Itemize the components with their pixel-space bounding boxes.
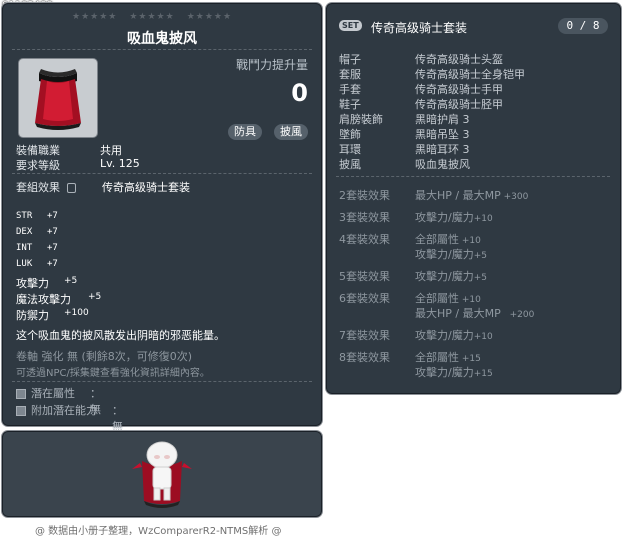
item-description: 这个吸血鬼的披风散发出阴暗的邪恶能量。 xyxy=(16,329,225,342)
item-icon xyxy=(18,58,98,138)
stat-attack: 攻擊力 +5 xyxy=(16,276,78,290)
set-piece: 墜飾 黑暗吊坠 3 xyxy=(339,128,470,141)
star-force-row: ★★★★★ ★★★★★ ★★★★★ xyxy=(72,12,233,22)
divider xyxy=(12,381,312,382)
stat-str: STR +7 xyxy=(16,211,58,221)
set-piece: 帽子 传奇高级骑士头盔 xyxy=(339,53,503,66)
character-avatar xyxy=(132,441,192,508)
level-row: 要求等級 Lv. 125 xyxy=(16,157,140,173)
set-effect-2: 2套裝效果 最大HP / 最大MP +300 xyxy=(339,189,529,202)
set-name: 传奇高级骑士套装 xyxy=(371,21,468,35)
bonus-potential-row: 附加潛在能力 ：無 xyxy=(16,402,123,433)
lock-icon xyxy=(66,183,76,193)
power-label: 戰鬥力提升量 xyxy=(235,58,308,72)
stat-defense: 防禦力 +100 xyxy=(16,308,89,322)
set-effect-4: 4套裝效果 全部屬性 +10 攻擊力/魔力+5 xyxy=(339,233,487,261)
cape-icon xyxy=(35,69,81,130)
set-label: 套組效果 xyxy=(16,181,60,194)
set-value: 传奇高级骑士套装 xyxy=(102,181,190,194)
set-piece: 鞋子 传奇高级骑士胫甲 xyxy=(339,98,503,111)
set-effect-panel: SET 传奇高级骑士套装 0 / 8 帽子 传奇高级骑士头盔 套服 传奇高级骑士全身… xyxy=(325,2,622,395)
category-chip-cape: 披風 xyxy=(274,124,308,140)
divider xyxy=(336,176,610,177)
hint-text: 可透過NPC/採集鍵查看強化資訊詳細內容。 xyxy=(16,368,210,379)
bonus-potential-icon xyxy=(16,406,26,416)
level-label: 要求等級 xyxy=(16,159,60,172)
divider xyxy=(12,173,312,174)
set-piece: 肩膀裝飾 黑暗护肩 3 xyxy=(339,113,470,126)
set-effect-7: 7套裝效果 攻擊力/魔力+10 xyxy=(339,329,493,342)
set-piece: 套服 传奇高级骑士全身铠甲 xyxy=(339,68,525,81)
stat-dex: DEX +7 xyxy=(16,227,58,237)
divider xyxy=(12,49,312,50)
potential-icon xyxy=(16,389,26,399)
stat-magic-attack: 魔法攻擊力 +5 xyxy=(16,292,102,306)
footer-credit: @ 数据由小册子整理，WzComparerR2-NTMS解析 @ xyxy=(35,526,282,537)
item-name: 吸血鬼披风 xyxy=(127,31,197,47)
category-chip-armor: 防具 xyxy=(228,124,262,140)
set-effect-6: 6套裝效果 全部屬性 +10 最大HP / 最大MP +200 xyxy=(339,292,535,320)
set-row: 套組效果 传奇高级骑士套装 xyxy=(16,179,190,195)
set-effect-5: 5套裝效果 攻擊力/魔力+5 xyxy=(339,270,487,283)
stat-int: INT +7 xyxy=(16,243,58,253)
set-count: 0 / 8 xyxy=(558,18,608,34)
upgrade-info: 卷軸 強化 無 (剩餘8次，可修復0次) xyxy=(16,350,193,363)
set-piece: 手套 传奇高级骑士手甲 xyxy=(339,83,503,96)
stat-luk: LUK +7 xyxy=(16,259,58,269)
potential-row: 潛在屬性 ：無 xyxy=(16,385,101,416)
set-effect-8: 8套裝效果 全部屬性 +15 攻擊力/魔力+15 xyxy=(339,351,493,379)
set-effect-3: 3套裝效果 攻擊力/魔力+10 xyxy=(339,211,493,224)
job-value: 共用 xyxy=(100,144,122,157)
set-piece: 耳環 黑暗耳环 3 xyxy=(339,143,470,156)
job-label: 裝備職業 xyxy=(16,144,60,157)
item-tooltip-panel: ★★★★★ ★★★★★ ★★★★★ 吸血鬼披风 戰鬥力提升量 0 防具 披風 裝備職… xyxy=(1,2,323,433)
character-preview-panel xyxy=(1,430,323,518)
set-piece: 披風 吸血鬼披风 xyxy=(339,158,470,171)
job-row: 裝備職業 共用 xyxy=(16,142,122,158)
set-badge: SET xyxy=(339,20,362,31)
power-value: 0 xyxy=(291,79,308,107)
level-value: Lv. 125 xyxy=(100,157,140,170)
